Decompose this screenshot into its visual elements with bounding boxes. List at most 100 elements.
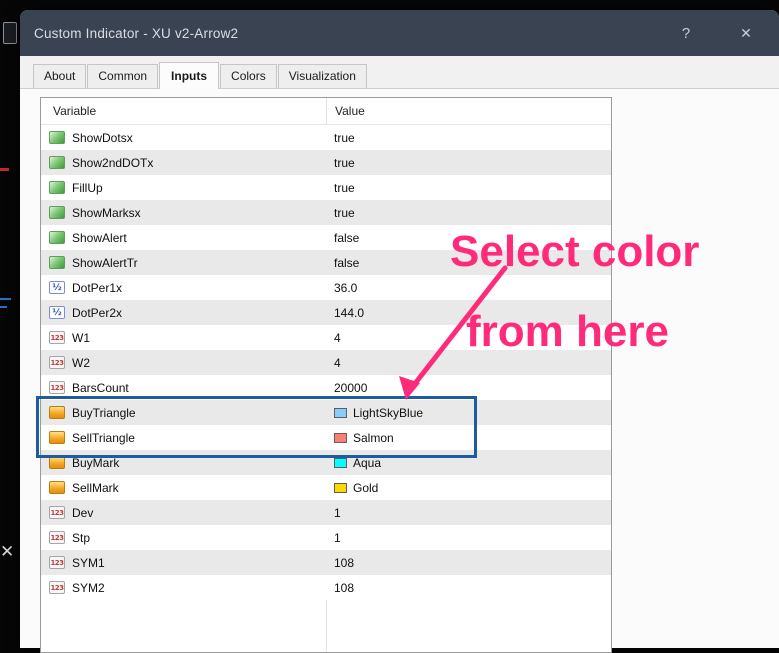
- background-red-tick: [0, 168, 9, 171]
- value-label: true: [334, 180, 355, 195]
- variable-label: W1: [72, 330, 90, 345]
- value-cell[interactable]: false: [326, 231, 611, 245]
- close-icon[interactable]: ✕: [731, 25, 761, 42]
- value-cell[interactable]: 36.0: [326, 281, 611, 295]
- variable-label: BuyMark: [72, 455, 120, 470]
- variable-cell: ½ DotPer2x: [41, 306, 326, 320]
- value-cell[interactable]: LightSkyBlue: [326, 406, 611, 420]
- table-row[interactable]: ShowDotsx true: [41, 125, 611, 150]
- value-cell[interactable]: 20000: [326, 381, 611, 395]
- table-row[interactable]: 123 Dev 1: [41, 500, 611, 525]
- value-cell[interactable]: Salmon: [326, 431, 611, 445]
- color-icon: [49, 406, 65, 419]
- variable-cell: 123 W2: [41, 356, 326, 370]
- value-label: 1: [334, 530, 341, 545]
- tab-label: Visualization: [288, 69, 356, 83]
- value-cell[interactable]: true: [326, 206, 611, 220]
- inputs-table: Variable Value ShowDotsx true Show2ndDOT…: [40, 97, 612, 653]
- tab-label: Colors: [231, 69, 266, 83]
- value-cell[interactable]: 1: [326, 531, 611, 545]
- color-swatch: [334, 407, 347, 418]
- table-row[interactable]: SellMark Gold: [41, 475, 611, 500]
- variable-label: ShowMarksx: [72, 205, 141, 220]
- variable-cell: SellTriangle: [41, 431, 326, 445]
- table-row[interactable]: Show2ndDOTx true: [41, 150, 611, 175]
- variable-label: ShowDotsx: [72, 130, 133, 145]
- table-row[interactable]: 123 Stp 1: [41, 525, 611, 550]
- tab-colors[interactable]: Colors: [220, 64, 277, 88]
- table-row[interactable]: 123 BarsCount 20000: [41, 375, 611, 400]
- variable-cell: Show2ndDOTx: [41, 156, 326, 170]
- help-icon[interactable]: ?: [671, 25, 701, 42]
- header-value: Value: [335, 104, 365, 118]
- header-variable: Variable: [53, 104, 97, 118]
- table-row[interactable]: FillUp true: [41, 175, 611, 200]
- value-cell[interactable]: Gold: [326, 481, 611, 495]
- value-cell[interactable]: 144.0: [326, 306, 611, 320]
- table-row[interactable]: ShowMarksx true: [41, 200, 611, 225]
- variable-label: DotPer1x: [72, 280, 123, 295]
- variable-cell: BuyTriangle: [41, 406, 326, 420]
- table-row[interactable]: 123 W1 4: [41, 325, 611, 350]
- value-cell[interactable]: Aqua: [326, 456, 611, 470]
- value-label: 20000: [334, 380, 368, 395]
- table-row[interactable]: BuyMark Aqua: [41, 450, 611, 475]
- number-icon: 123: [49, 331, 65, 344]
- variable-cell: ShowMarksx: [41, 206, 326, 220]
- variable-cell: ½ DotPer1x: [41, 281, 326, 295]
- variable-cell: SellMark: [41, 481, 326, 495]
- variable-label: SYM2: [72, 580, 105, 595]
- tab-common[interactable]: Common: [87, 64, 159, 88]
- number-icon: 123: [49, 506, 65, 519]
- value-label: 4: [334, 330, 341, 345]
- variable-label: Dev: [72, 505, 94, 520]
- table-row[interactable]: ½ DotPer2x 144.0: [41, 300, 611, 325]
- table-row[interactable]: BuyTriangle LightSkyBlue: [41, 400, 611, 425]
- variable-label: FillUp: [72, 180, 103, 195]
- custom-indicator-dialog: Custom Indicator - XU v2-Arrow2 ? ✕ Abou…: [20, 10, 779, 653]
- table-row[interactable]: ShowAlert false: [41, 225, 611, 250]
- value-label: 144.0: [334, 305, 365, 320]
- number-icon: 123: [49, 381, 65, 394]
- variable-label: DotPer2x: [72, 305, 123, 320]
- value-cell[interactable]: 108: [326, 556, 611, 570]
- title-bar[interactable]: Custom Indicator - XU v2-Arrow2 ? ✕: [20, 10, 779, 56]
- table-row[interactable]: ShowAlertTr false: [41, 250, 611, 275]
- value-cell[interactable]: 4: [326, 331, 611, 345]
- variable-label: BarsCount: [72, 380, 129, 395]
- table-row[interactable]: 123 W2 4: [41, 350, 611, 375]
- bool-icon: [49, 131, 65, 144]
- variable-cell: ShowAlertTr: [41, 256, 326, 270]
- value-label: false: [334, 230, 360, 245]
- value-cell[interactable]: 108: [326, 581, 611, 595]
- variable-label: ShowAlertTr: [72, 255, 138, 270]
- value-cell[interactable]: 4: [326, 356, 611, 370]
- fraction-icon: ½: [49, 306, 65, 319]
- color-swatch: [334, 482, 347, 493]
- value-cell[interactable]: 1: [326, 506, 611, 520]
- variable-cell: ShowAlert: [41, 231, 326, 245]
- bool-icon: [49, 156, 65, 169]
- variable-label: SellMark: [72, 480, 119, 495]
- tab-visualization[interactable]: Visualization: [277, 64, 367, 88]
- value-label: 36.0: [334, 280, 358, 295]
- value-cell[interactable]: true: [326, 181, 611, 195]
- tab-about[interactable]: About: [33, 64, 87, 88]
- table-row[interactable]: 123 SYM2 108: [41, 575, 611, 600]
- tab-inputs[interactable]: Inputs: [159, 62, 220, 89]
- table-body: ShowDotsx true Show2ndDOTx true FillUp t…: [41, 125, 611, 600]
- table-row[interactable]: 123 SYM1 108: [41, 550, 611, 575]
- background-close-icon[interactable]: ✕: [0, 543, 14, 560]
- variable-label: SYM1: [72, 555, 105, 570]
- value-cell[interactable]: false: [326, 256, 611, 270]
- value-cell[interactable]: true: [326, 131, 611, 145]
- variable-cell: 123 BarsCount: [41, 381, 326, 395]
- value-label: true: [334, 155, 355, 170]
- value-cell[interactable]: true: [326, 156, 611, 170]
- color-icon: [49, 481, 65, 494]
- tab-bar: About Common Inputs Colors Visualization: [33, 62, 368, 89]
- table-row[interactable]: SellTriangle Salmon: [41, 425, 611, 450]
- window-title: Custom Indicator - XU v2-Arrow2: [34, 25, 239, 41]
- value-label: Gold: [353, 480, 379, 495]
- table-row[interactable]: ½ DotPer1x 36.0: [41, 275, 611, 300]
